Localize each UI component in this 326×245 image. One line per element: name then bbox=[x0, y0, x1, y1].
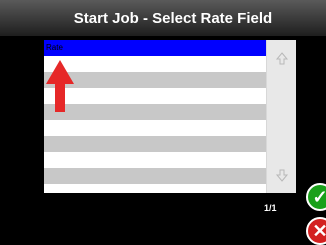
scroll-down-icon[interactable] bbox=[267, 160, 296, 190]
up-arrow-icon bbox=[46, 60, 74, 112]
scrollbar[interactable] bbox=[266, 40, 296, 193]
page-title-text: Start Job - Select Rate Field bbox=[73, 9, 273, 27]
list-item[interactable] bbox=[44, 152, 266, 168]
list-item[interactable] bbox=[44, 184, 266, 193]
list-item[interactable] bbox=[44, 56, 266, 72]
list-item[interactable] bbox=[44, 136, 266, 152]
page-indicator: 1/1 bbox=[264, 203, 277, 213]
list-item-label: Rate bbox=[46, 43, 63, 52]
list-item[interactable] bbox=[44, 72, 266, 88]
list-item[interactable]: Rate bbox=[44, 40, 266, 56]
list-item[interactable] bbox=[44, 88, 266, 104]
check-icon: ✓ bbox=[312, 186, 326, 207]
close-icon: ✕ bbox=[312, 220, 326, 241]
rate-field-list[interactable]: Rate bbox=[44, 40, 266, 193]
list-item[interactable] bbox=[44, 168, 266, 184]
confirm-button[interactable]: ✓ bbox=[306, 183, 326, 211]
page-title: Start Job - Select Rate Field bbox=[0, 0, 326, 36]
list-item[interactable] bbox=[44, 120, 266, 136]
cancel-button[interactable]: ✕ bbox=[306, 217, 326, 245]
scroll-up-icon[interactable] bbox=[267, 44, 296, 74]
list-item[interactable] bbox=[44, 104, 266, 120]
